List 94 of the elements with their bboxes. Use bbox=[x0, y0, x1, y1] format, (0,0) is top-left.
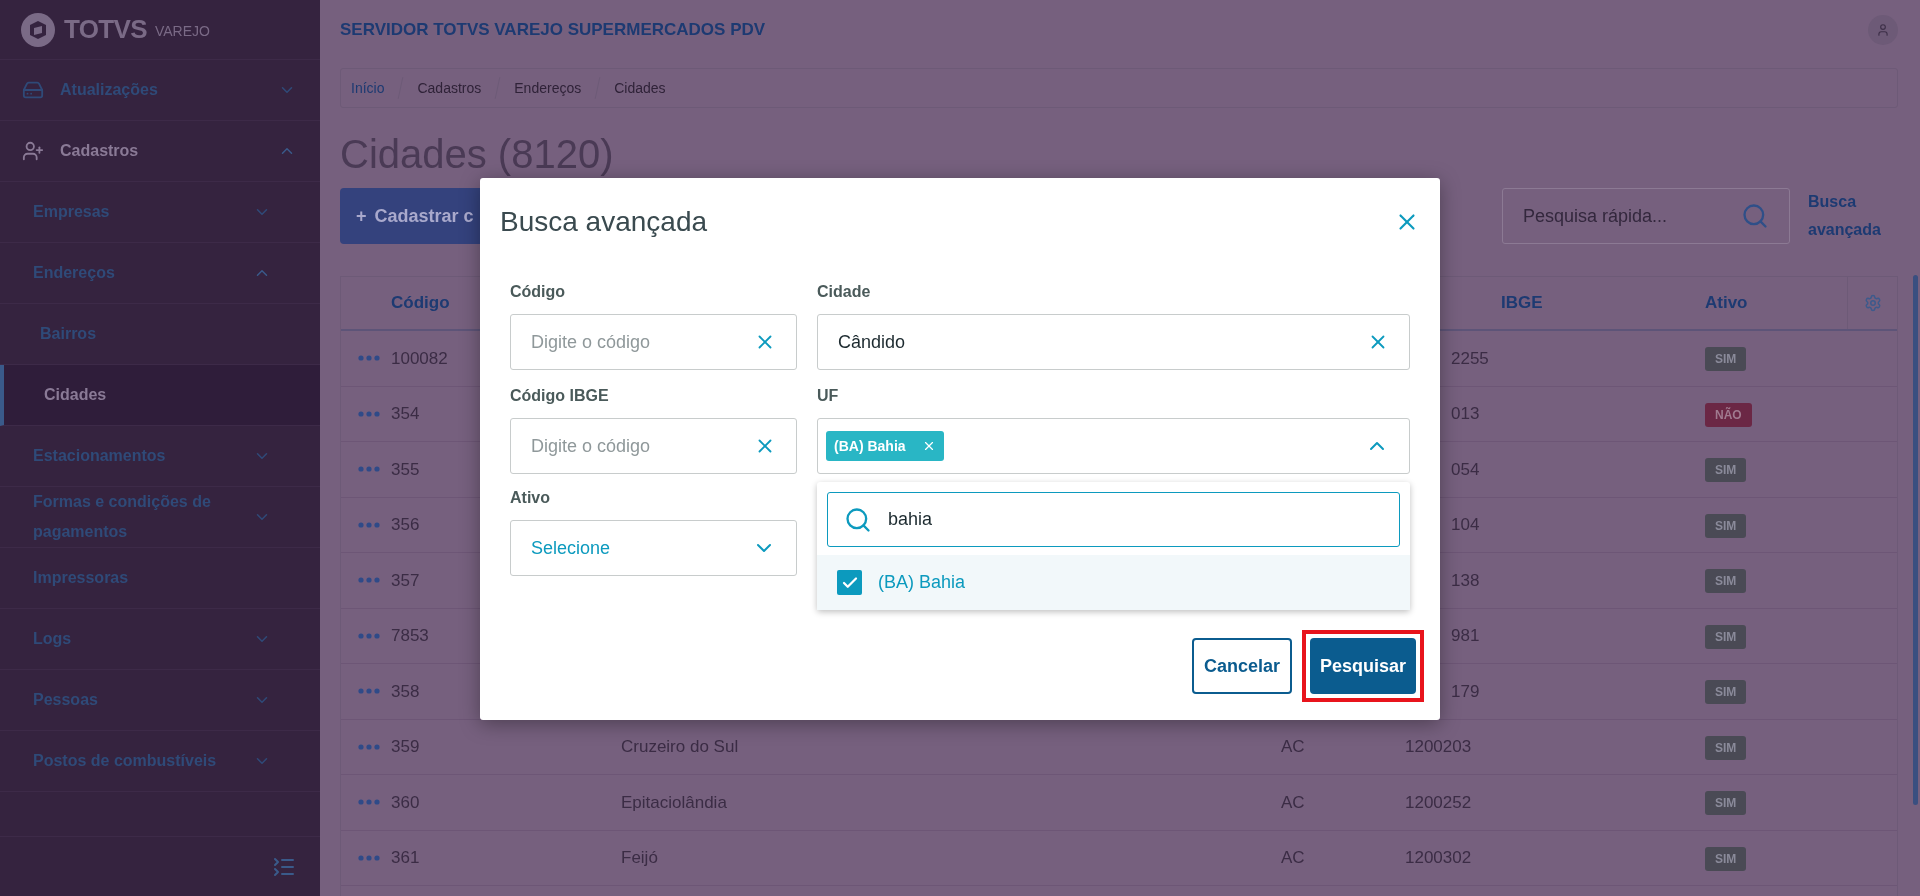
checkbox[interactable] bbox=[837, 570, 862, 595]
table-cell: 179 bbox=[1451, 681, 1480, 701]
dialog-title: Busca avançada bbox=[500, 205, 708, 239]
table-cell: 2255 bbox=[1451, 348, 1489, 368]
table-cell: 361 bbox=[391, 848, 420, 867]
table-cell: 1200302 bbox=[1405, 848, 1472, 867]
selected-tag: (BA) Bahia bbox=[826, 431, 944, 461]
status-badge: SIM bbox=[1705, 624, 1747, 649]
more-options-icon[interactable] bbox=[358, 466, 380, 473]
text-field[interactable]: Cândido bbox=[817, 314, 1410, 370]
more-options-icon[interactable] bbox=[358, 799, 380, 806]
server-icon bbox=[22, 79, 44, 101]
logo-icon bbox=[20, 11, 56, 48]
breadcrumb-item: Cadastros bbox=[417, 78, 482, 98]
dropdown-option[interactable]: (BA) Bahia bbox=[817, 555, 1410, 610]
text-field[interactable]: Digite o código bbox=[510, 314, 797, 370]
more-options-icon[interactable] bbox=[358, 410, 380, 417]
more-options-icon[interactable] bbox=[358, 355, 380, 362]
sidebar-item[interactable]: Formas e condições de pagamentos bbox=[0, 487, 320, 548]
sidebar-item[interactable]: Empresas bbox=[0, 182, 320, 243]
sidebar-item[interactable]: Endereços bbox=[0, 243, 320, 304]
field-label: Cidade bbox=[817, 282, 871, 302]
table-cell: 355 bbox=[391, 459, 420, 479]
table-cell: 100082 bbox=[391, 348, 448, 368]
table-cell: 358 bbox=[391, 681, 420, 701]
status-badge: SIM bbox=[1705, 458, 1747, 483]
status-badge: SIM bbox=[1705, 569, 1747, 594]
more-options-icon[interactable] bbox=[358, 521, 380, 528]
breadcrumb-item: Endereços bbox=[514, 78, 582, 98]
table-cell: AC bbox=[1281, 737, 1305, 756]
sidebar-item[interactable]: Estacionamentos bbox=[0, 426, 320, 487]
status-badge: SIM bbox=[1705, 513, 1747, 538]
breadcrumb-item: Cidades bbox=[614, 78, 666, 98]
server-title: SERVIDOR TOTVS VAREJO SUPERMERCADOS PDV bbox=[340, 19, 766, 42]
table-cell: 054 bbox=[1451, 459, 1480, 479]
search-icon bbox=[844, 505, 872, 534]
multiselect-field[interactable]: (BA) Bahia bbox=[817, 418, 1410, 474]
status-badge: SIM bbox=[1705, 791, 1747, 816]
field-label: UF bbox=[817, 386, 839, 406]
more-options-icon[interactable] bbox=[358, 632, 380, 639]
status-badge: SIM bbox=[1705, 846, 1747, 871]
table-cell: 7853 bbox=[391, 626, 429, 645]
settings-icon[interactable] bbox=[1863, 294, 1882, 312]
table-cell: 359 bbox=[391, 737, 420, 756]
cancel-button[interactable]: Cancelar bbox=[1191, 638, 1292, 694]
sidebar-item[interactable]: Cadastros bbox=[0, 121, 320, 182]
field-label: Ativo bbox=[510, 488, 550, 508]
table-cell: 1200203 bbox=[1405, 737, 1472, 756]
status-badge: NÃO bbox=[1705, 402, 1752, 427]
table-cell: 360 bbox=[391, 792, 420, 812]
sidebar-item[interactable]: Impressoras bbox=[0, 548, 320, 609]
table-cell: Epitaciolândia bbox=[621, 792, 727, 812]
table-cell: 357 bbox=[391, 570, 420, 590]
search-button[interactable]: Pesquisar bbox=[1309, 638, 1416, 694]
status-badge: SIM bbox=[1705, 680, 1747, 705]
table-cell: 981 bbox=[1451, 626, 1480, 645]
breadcrumb-link[interactable]: Início bbox=[351, 77, 385, 99]
table-cell: 013 bbox=[1451, 404, 1480, 423]
table-cell: 1200252 bbox=[1405, 792, 1472, 812]
new-record-button[interactable]: + Cadastrar c bbox=[340, 188, 480, 244]
column-header[interactable]: IBGE bbox=[1501, 293, 1543, 313]
sidebar-item[interactable]: Atualizações bbox=[0, 60, 320, 121]
sidebar-item[interactable]: Pessoas bbox=[0, 670, 320, 731]
table-cell: 356 bbox=[391, 515, 420, 534]
search-icon[interactable] bbox=[1741, 202, 1769, 230]
quick-search-field[interactable]: Pesquisa rápida... bbox=[1502, 188, 1790, 244]
more-options-icon[interactable] bbox=[358, 854, 380, 861]
table-cell: 104 bbox=[1451, 515, 1480, 534]
more-options-icon[interactable] bbox=[358, 743, 380, 750]
select-field[interactable]: Selecione bbox=[510, 520, 797, 576]
status-badge: SIM bbox=[1705, 347, 1747, 372]
table-cell: Feijó bbox=[621, 848, 658, 867]
sidebar-item[interactable]: Logs bbox=[0, 609, 320, 670]
text-field[interactable]: Digite o código bbox=[510, 418, 797, 474]
column-header[interactable]: Ativo bbox=[1705, 293, 1748, 313]
table-cell: AC bbox=[1281, 792, 1305, 812]
sidebar-item[interactable]: Cidades bbox=[0, 365, 320, 426]
sidebar-item[interactable]: Postos de combustíveis bbox=[0, 731, 320, 792]
field-label: Código bbox=[510, 282, 566, 302]
table-cell: 138 bbox=[1451, 570, 1480, 590]
status-badge: SIM bbox=[1705, 735, 1747, 760]
column-header[interactable]: Código bbox=[391, 293, 450, 313]
user-avatar[interactable] bbox=[1868, 15, 1898, 45]
brand-name: TOTVS bbox=[64, 13, 147, 46]
field-label: Código IBGE bbox=[510, 386, 609, 406]
table-cell: 354 bbox=[391, 404, 420, 423]
table-cell: AC bbox=[1281, 848, 1305, 867]
more-options-icon[interactable] bbox=[358, 688, 380, 695]
more-options-icon[interactable] bbox=[358, 577, 380, 584]
search-field[interactable]: bahia bbox=[827, 492, 1400, 547]
user-plus-icon bbox=[22, 140, 44, 162]
brand-subtitle: VAREJO bbox=[154, 22, 210, 41]
advanced-search-link[interactable]: Busca avançada bbox=[1808, 188, 1898, 244]
table-cell: Cruzeiro do Sul bbox=[621, 737, 739, 756]
